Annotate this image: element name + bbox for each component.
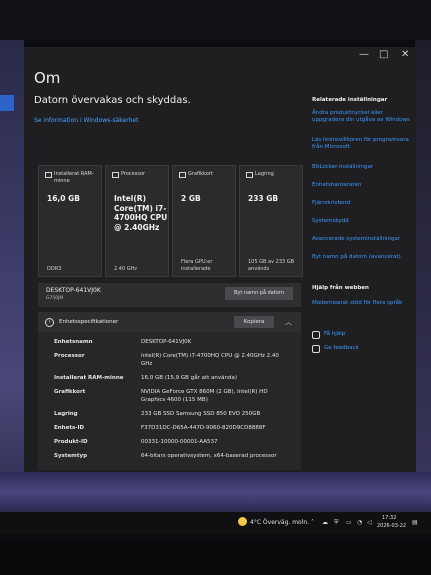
taskbar: 4°C Överväg. moln. ˄ ☁ ⛨ ▭ ◔ ◁ 17:32 202… xyxy=(0,512,431,534)
related-settings-heading: Relaterade inställningar xyxy=(312,97,388,103)
spec-label: Installerat RAM-minne xyxy=(54,375,124,381)
spec-value: NVIDIA GeForce GTX 860M (2 GB), Intel(R)… xyxy=(141,389,268,403)
weather-widget[interactable]: 4°C Överväg. moln. xyxy=(250,519,309,526)
card-footnote: Flera GPU:er installerade xyxy=(181,259,213,272)
spec-label: Lagring xyxy=(54,411,78,417)
spec-value: DESKTOP-641VJ0K xyxy=(141,339,192,345)
spec-label: Grafikkort xyxy=(54,389,86,395)
device-specifications: i Enhetsspecifikationer Kopiera ︿ Enhets… xyxy=(38,312,301,470)
close-button[interactable]: ✕ xyxy=(401,49,409,61)
spec-label: Systemtyp xyxy=(54,453,88,459)
advanced-system-settings-link[interactable]: Avancerade systeminställningar xyxy=(312,236,416,243)
spec-label: Processor xyxy=(54,353,85,359)
storage-icon xyxy=(246,172,253,178)
card-value: 2 GB xyxy=(181,194,201,203)
spec-value: 00331-10000-00001-AA537 xyxy=(141,439,218,445)
help-icon xyxy=(312,331,320,339)
info-icon: i xyxy=(45,318,54,327)
rename-pc-button[interactable]: Byt namn på datorn xyxy=(225,287,293,300)
system-protection-link[interactable]: Systemskydd xyxy=(312,218,416,225)
card-value: 233 GB xyxy=(248,194,279,203)
license-terms-link[interactable]: Läs licensvillkoren för programvara från… xyxy=(312,137,416,151)
onedrive-icon[interactable]: ☁ xyxy=(322,519,328,526)
spec-label: Enhets-ID xyxy=(54,425,85,431)
windows-security-link[interactable]: Se information i Windows-säkerhet xyxy=(34,117,138,124)
notifications-icon[interactable]: ▤ xyxy=(412,519,418,526)
card-footnote: DDR3 xyxy=(47,265,62,272)
card-footnote: 105 GB av 233 GB används xyxy=(248,259,295,272)
card-processor: Processor Intel(R) Core(TM) i7-4700HQ CP… xyxy=(105,165,169,277)
desktop-background-right xyxy=(415,40,431,530)
screen-bezel-top xyxy=(0,0,431,40)
desktop-background-bottom xyxy=(0,472,431,512)
spec-value: 16,0 GB (15,9 GB går att använda) xyxy=(141,375,237,381)
spec-value: 233 GB SSD Samsung SSD 850 EVO 250GB xyxy=(141,411,261,417)
desktop-background-left xyxy=(0,40,24,530)
rename-pc-advanced-link[interactable]: Byt namn på datorn (avancerat) xyxy=(312,254,416,261)
device-model: G750JM xyxy=(46,296,64,301)
specifications-header[interactable]: i Enhetsspecifikationer Kopiera ︿ xyxy=(38,312,301,332)
card-value: Intel(R) Core(TM) i7-4700HQ CPU @ 2.40GH… xyxy=(114,194,168,232)
weather-icon[interactable] xyxy=(238,517,247,526)
desktop-icon-fragment xyxy=(0,95,14,111)
card-graphics: Grafikkort 2 GB Flera GPU:er installerad… xyxy=(172,165,236,277)
battery-icon[interactable]: ▭ xyxy=(346,519,352,526)
settings-window: — □ ✕ Om Datorn övervakas och skyddas. S… xyxy=(24,47,416,472)
get-help-link[interactable]: Få hjälp xyxy=(324,331,345,337)
clock-time[interactable]: 17:32 xyxy=(382,515,396,521)
spec-value: Intel(R) Core(TM) i7-4700HQ CPU @ 2.40GH… xyxy=(141,353,279,367)
give-feedback-link[interactable]: Ge feedback xyxy=(324,345,359,351)
remote-desktop-link[interactable]: Fjärrskrivbord xyxy=(312,200,416,207)
device-name: DESKTOP-641VJ0K xyxy=(46,287,101,294)
spec-label: Enhetsnamn xyxy=(54,339,93,345)
clock-date[interactable]: 2026-03-22 xyxy=(377,523,406,529)
bitlocker-settings-link[interactable]: BitLocker-inställningar xyxy=(312,164,416,171)
card-footnote: 2.40 GHz xyxy=(114,265,137,272)
card-label: Processor xyxy=(121,171,146,177)
chevron-up-icon[interactable]: ˄ xyxy=(311,519,314,526)
device-manager-link[interactable]: Enhetshanteraren xyxy=(312,182,416,189)
card-label: Grafikkort xyxy=(188,171,213,177)
feedback-icon xyxy=(312,345,320,353)
device-name-panel: DESKTOP-641VJ0K G750JM Byt namn på dator… xyxy=(38,283,301,307)
copy-button[interactable]: Kopiera xyxy=(234,316,274,328)
defender-icon[interactable]: ⛨ xyxy=(334,519,339,527)
protection-status: Datorn övervakas och skyddas. xyxy=(34,95,191,106)
screen-bezel-bottom xyxy=(0,540,431,575)
language-support-link[interactable]: Moderniserat stöd för flera språk xyxy=(312,300,416,307)
card-storage: Lagring 233 GB 105 GB av 233 GB används xyxy=(239,165,303,277)
chevron-up-icon[interactable]: ︿ xyxy=(285,317,292,327)
spec-value: F37D31DC-D65A-447D-9060-820D9CD8888F xyxy=(141,425,266,431)
graphics-card-icon xyxy=(179,172,186,178)
maximize-button[interactable]: □ xyxy=(379,49,388,61)
spec-label: Produkt-ID xyxy=(54,439,88,445)
processor-icon xyxy=(112,172,119,178)
specifications-title: Enhetsspecifikationer xyxy=(59,319,119,325)
card-ram: Installerat RAM-minne 16,0 GB DDR3 xyxy=(38,165,102,277)
volume-icon[interactable]: ◁ xyxy=(367,519,372,526)
card-label: Installerat RAM-minne xyxy=(54,171,94,184)
spec-cards: Installerat RAM-minne 16,0 GB DDR3 Proce… xyxy=(38,165,303,277)
change-product-key-link[interactable]: Ändra produktnyckel eller uppgradera din… xyxy=(312,110,416,124)
wifi-icon[interactable]: ◔ xyxy=(357,519,362,526)
card-label: Lagring xyxy=(255,171,274,177)
page-title: Om xyxy=(34,69,61,87)
spec-value: 64-bitars operativsystem, x64-baserad pr… xyxy=(141,453,277,459)
ram-icon xyxy=(45,172,52,178)
minimize-button[interactable]: — xyxy=(359,49,369,61)
card-value: 16,0 GB xyxy=(47,194,80,203)
title-bar: — □ ✕ xyxy=(24,47,416,63)
web-help-heading: Hjälp från webben xyxy=(312,285,369,291)
